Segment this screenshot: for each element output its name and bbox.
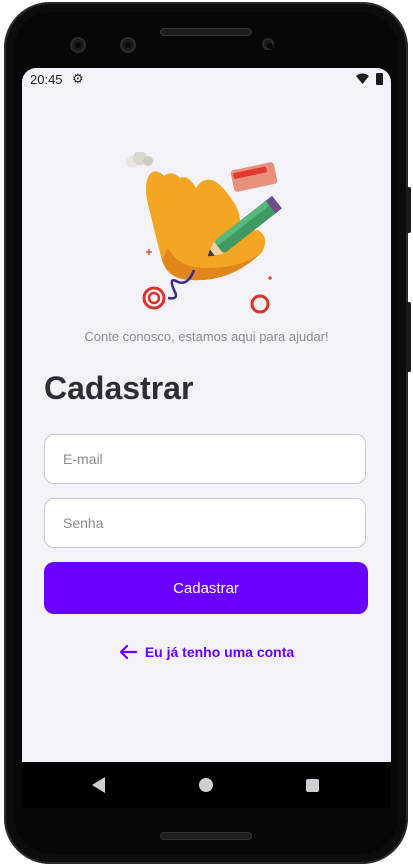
gear-icon: ⚙ [72,71,84,86]
volume-button [406,187,411,233]
bottom-speaker [160,832,252,840]
front-camera-icon [70,37,86,53]
back-icon[interactable] [92,777,105,793]
earpiece-speaker [160,28,252,36]
login-link[interactable]: Eu já tenho uma conta [22,644,391,660]
battery-icon [376,73,383,85]
register-button[interactable]: Cadastrar [44,562,368,614]
subtitle: Conte conosco, estamos aqui para ajudar! [84,329,329,344]
wifi-icon [356,73,369,84]
login-link-label: Eu já tenho uma conta [144,644,295,660]
system-nav-bar [22,762,391,808]
app-screen: 20:45 ⚙ Conte conosco, estamos aqui para… [22,68,391,762]
sensor-icon [120,37,136,53]
email-field[interactable] [44,434,366,484]
status-time: 20:45 [30,72,63,87]
recents-icon[interactable] [306,779,319,792]
page-title: Cadastrar [44,370,194,406]
arrow-left-icon [119,644,137,660]
home-icon[interactable] [199,778,213,792]
status-bar: 20:45 ⚙ [22,68,391,92]
power-button [406,302,411,372]
proximity-sensor-icon [262,38,274,50]
password-field[interactable] [44,498,366,548]
hand-with-pencil-illustration [126,152,282,314]
